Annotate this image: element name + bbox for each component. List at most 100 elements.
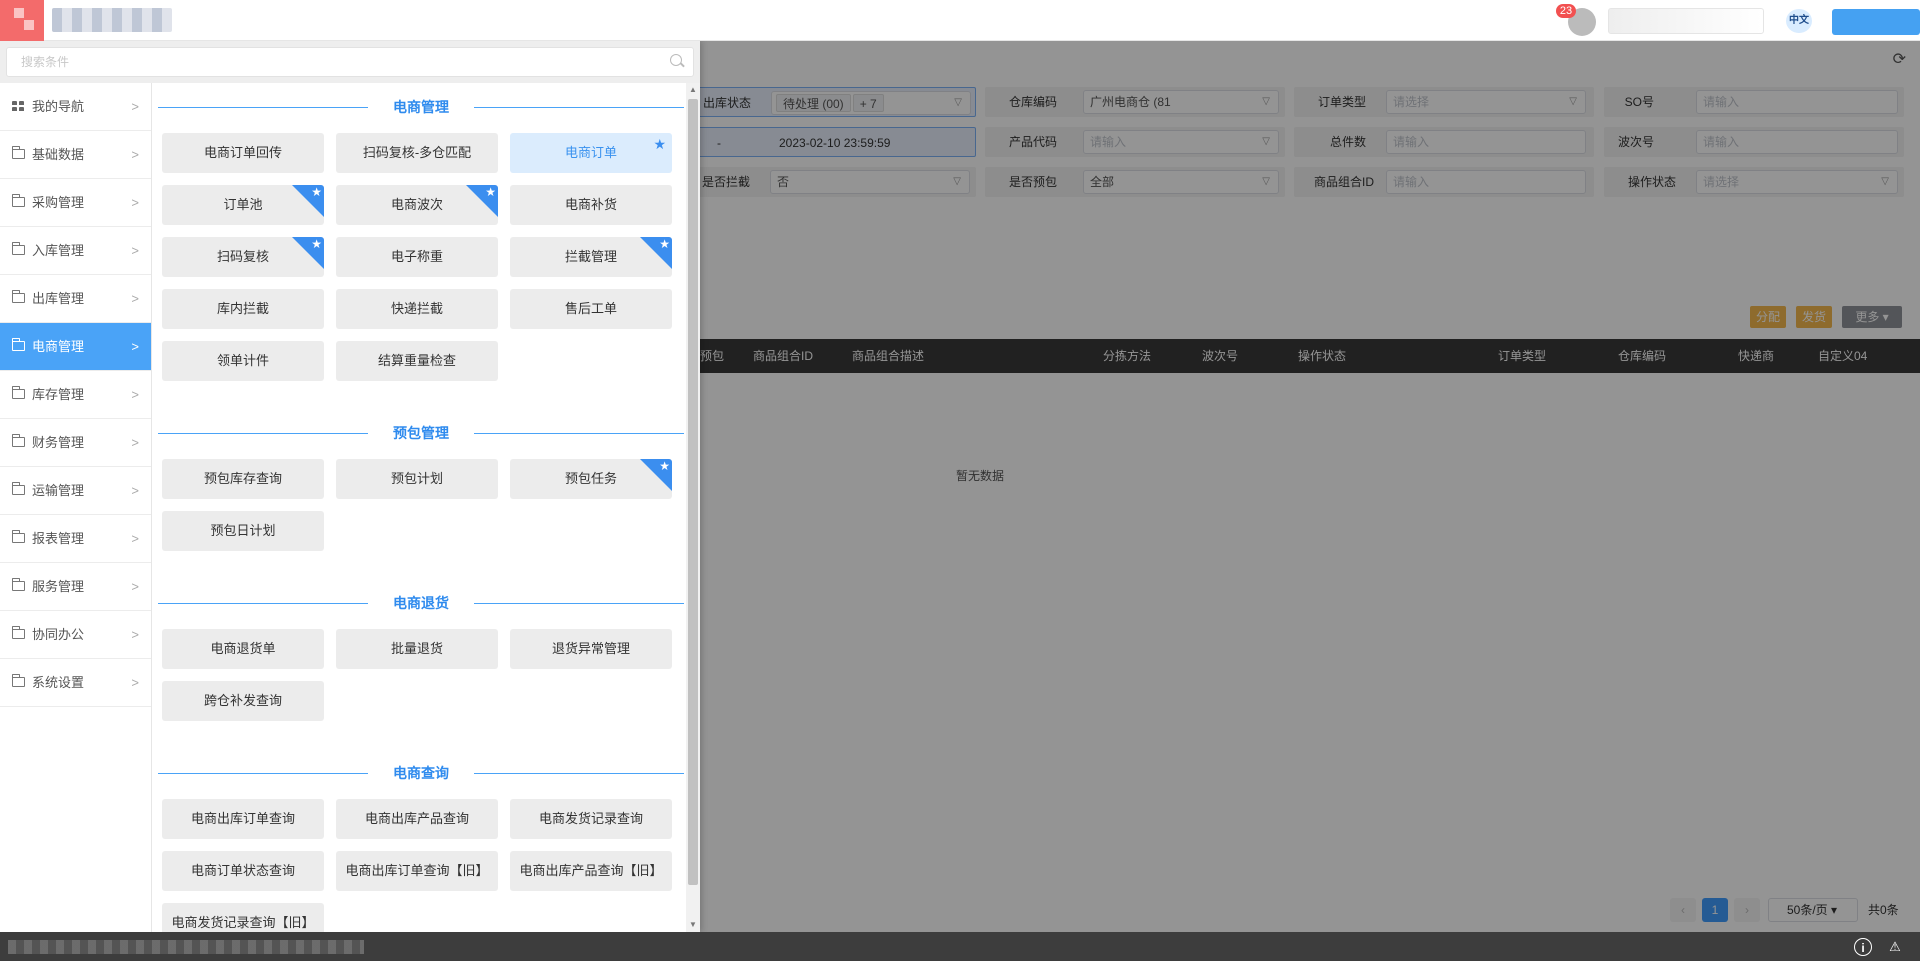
menu-tile[interactable]: 订单池	[162, 185, 324, 225]
sidebar-item-label: 财务管理	[32, 435, 85, 450]
menu-tile[interactable]: 电商订单回传	[162, 133, 324, 173]
section-title-label: 预包管理	[393, 425, 449, 441]
folder-icon	[12, 338, 25, 351]
user-menu-button[interactable]	[1832, 9, 1920, 35]
menu-tile[interactable]: 结算重量检查	[336, 341, 498, 381]
menu-tile-label: 退货异常管理	[551, 641, 630, 656]
sidebar-item[interactable]: 基础数据 >	[0, 131, 151, 179]
menu-tile[interactable]: 电商退货单	[162, 629, 324, 669]
menu-tile[interactable]: 电商订单 ★	[510, 133, 672, 173]
menu-tile[interactable]: 电商补货	[510, 185, 672, 225]
menu-tile[interactable]: 扫码复核-多仓匹配	[336, 133, 498, 173]
search-icon[interactable]	[670, 54, 682, 66]
chevron-right-icon: >	[131, 147, 139, 162]
favorite-star-icon[interactable]	[292, 185, 324, 217]
menu-tile[interactable]: 拦截管理	[510, 237, 672, 277]
menu-tile-label: 快递拦截	[390, 301, 443, 316]
scroll-up-arrow-icon[interactable]: ▲	[686, 83, 700, 97]
menu-search-bar	[0, 41, 700, 83]
sidebar-item-label: 我的导航	[32, 99, 85, 114]
menu-tile[interactable]: 预包计划	[336, 459, 498, 499]
menu-tile[interactable]: 跨仓补发查询	[162, 681, 324, 721]
section-title: 电商查询	[158, 763, 684, 783]
sidebar-item[interactable]: 我的导航 >	[0, 83, 151, 131]
menu-tile-label: 电商订单回传	[203, 145, 282, 160]
menu-tile-label: 领单计件	[216, 353, 269, 368]
user-info-blurred[interactable]	[1608, 8, 1764, 34]
folder-icon	[12, 146, 25, 159]
sidebar-item[interactable]: 系统设置 >	[0, 659, 151, 707]
sidebar-item-label: 系统设置	[32, 675, 85, 690]
scroll-down-arrow-icon[interactable]: ▼	[686, 918, 700, 932]
sidebar-item[interactable]: 采购管理 >	[0, 179, 151, 227]
chevron-right-icon: >	[131, 483, 139, 498]
sidebar-item[interactable]: 协同办公 >	[0, 611, 151, 659]
sidebar-item[interactable]: 运输管理 >	[0, 467, 151, 515]
menu-tile[interactable]: 售后工单	[510, 289, 672, 329]
menu-tile[interactable]: 电商出库产品查询【旧】	[510, 851, 672, 891]
menu-content: 电商管理电商订单回传扫码复核-多仓匹配电商订单★订单池电商波次电商补货扫码复核电…	[152, 83, 700, 932]
menu-tile[interactable]: 库内拦截	[162, 289, 324, 329]
favorite-star-icon[interactable]	[466, 185, 498, 217]
favorite-star-icon[interactable]	[640, 237, 672, 269]
info-icon[interactable]: i	[1854, 938, 1872, 956]
folder-icon	[12, 290, 25, 303]
menu-tile[interactable]: 电商波次	[336, 185, 498, 225]
menu-tile-label: 预包库存查询	[203, 471, 282, 486]
sidebar-item[interactable]: 电商管理 >	[0, 323, 151, 371]
divider	[158, 433, 368, 434]
menu-tile-label: 扫码复核	[216, 249, 269, 264]
menu-tile-label: 扫码复核-多仓匹配	[362, 145, 472, 160]
sidebar-item[interactable]: 出库管理 >	[0, 275, 151, 323]
sidebar-item[interactable]: 库存管理 >	[0, 371, 151, 419]
scroll-thumb[interactable]	[688, 99, 698, 885]
language-switch-button[interactable]: 中文	[1786, 9, 1812, 33]
menu-tile-label: 预包计划	[390, 471, 443, 486]
menu-tile[interactable]: 扫码复核	[162, 237, 324, 277]
section-title: 电商退货	[158, 593, 684, 613]
favorite-star-icon[interactable]	[640, 459, 672, 491]
menu-search-input[interactable]	[6, 47, 694, 77]
menu-tile[interactable]: 电商订单状态查询	[162, 851, 324, 891]
menu-tile[interactable]: 快递拦截	[336, 289, 498, 329]
sidebar-item[interactable]: 服务管理 >	[0, 563, 151, 611]
menu-tile[interactable]: 预包日计划	[162, 511, 324, 551]
menu-scrollbar[interactable]: ▲ ▼	[686, 83, 700, 932]
sidebar-item[interactable]: 报表管理 >	[0, 515, 151, 563]
folder-icon	[12, 242, 25, 255]
menu-tile[interactable]: 电商出库订单查询	[162, 799, 324, 839]
folder-icon	[12, 626, 25, 639]
chevron-right-icon: >	[131, 339, 139, 354]
sidebar-item-label: 服务管理	[32, 579, 85, 594]
menu-tile[interactable]: 预包库存查询	[162, 459, 324, 499]
menu-tile[interactable]: 电商出库产品查询	[336, 799, 498, 839]
menu-tile[interactable]: 电子称重	[336, 237, 498, 277]
menu-tile[interactable]: 电商出库订单查询【旧】	[336, 851, 498, 891]
menu-tile[interactable]: 领单计件	[162, 341, 324, 381]
navigation-menu-panel: 我的导航 > 基础数据 > 采购管理 > 入库管理 > 出库管理 > 电商管理 > 库存管理 > 财务管理 >…	[0, 41, 700, 932]
menu-tile-label: 电子称重	[390, 249, 443, 264]
menu-tile-label: 电商波次	[390, 197, 443, 212]
chevron-right-icon: >	[131, 435, 139, 450]
divider	[158, 773, 368, 774]
sidebar-item[interactable]: 入库管理 >	[0, 227, 151, 275]
menu-tile[interactable]: 批量退货	[336, 629, 498, 669]
menu-tile-label: 电商出库订单查询	[190, 811, 295, 826]
menu-tile[interactable]: 电商发货记录查询	[510, 799, 672, 839]
favorite-star-icon[interactable]: ★	[653, 137, 666, 151]
menu-tile[interactable]: 预包任务	[510, 459, 672, 499]
sidebar-item-label: 出库管理	[32, 291, 85, 306]
divider	[474, 433, 684, 434]
favorite-star-icon[interactable]	[292, 237, 324, 269]
logo-icon[interactable]	[0, 0, 44, 41]
chevron-right-icon: >	[131, 387, 139, 402]
menu-sidebar: 我的导航 > 基础数据 > 采购管理 > 入库管理 > 出库管理 > 电商管理 > 库存管理 > 财务管理 >…	[0, 83, 152, 932]
sidebar-item[interactable]: 财务管理 >	[0, 419, 151, 467]
menu-tile[interactable]: 退货异常管理	[510, 629, 672, 669]
warning-icon[interactable]: ⚠	[1886, 938, 1904, 956]
menu-tile-label: 跨仓补发查询	[203, 693, 282, 708]
folder-icon	[12, 482, 25, 495]
chevron-right-icon: >	[131, 195, 139, 210]
menu-tile[interactable]: 电商发货记录查询【旧】	[162, 903, 324, 932]
menu-tile-label: 电商出库订单查询【旧】	[345, 863, 489, 878]
